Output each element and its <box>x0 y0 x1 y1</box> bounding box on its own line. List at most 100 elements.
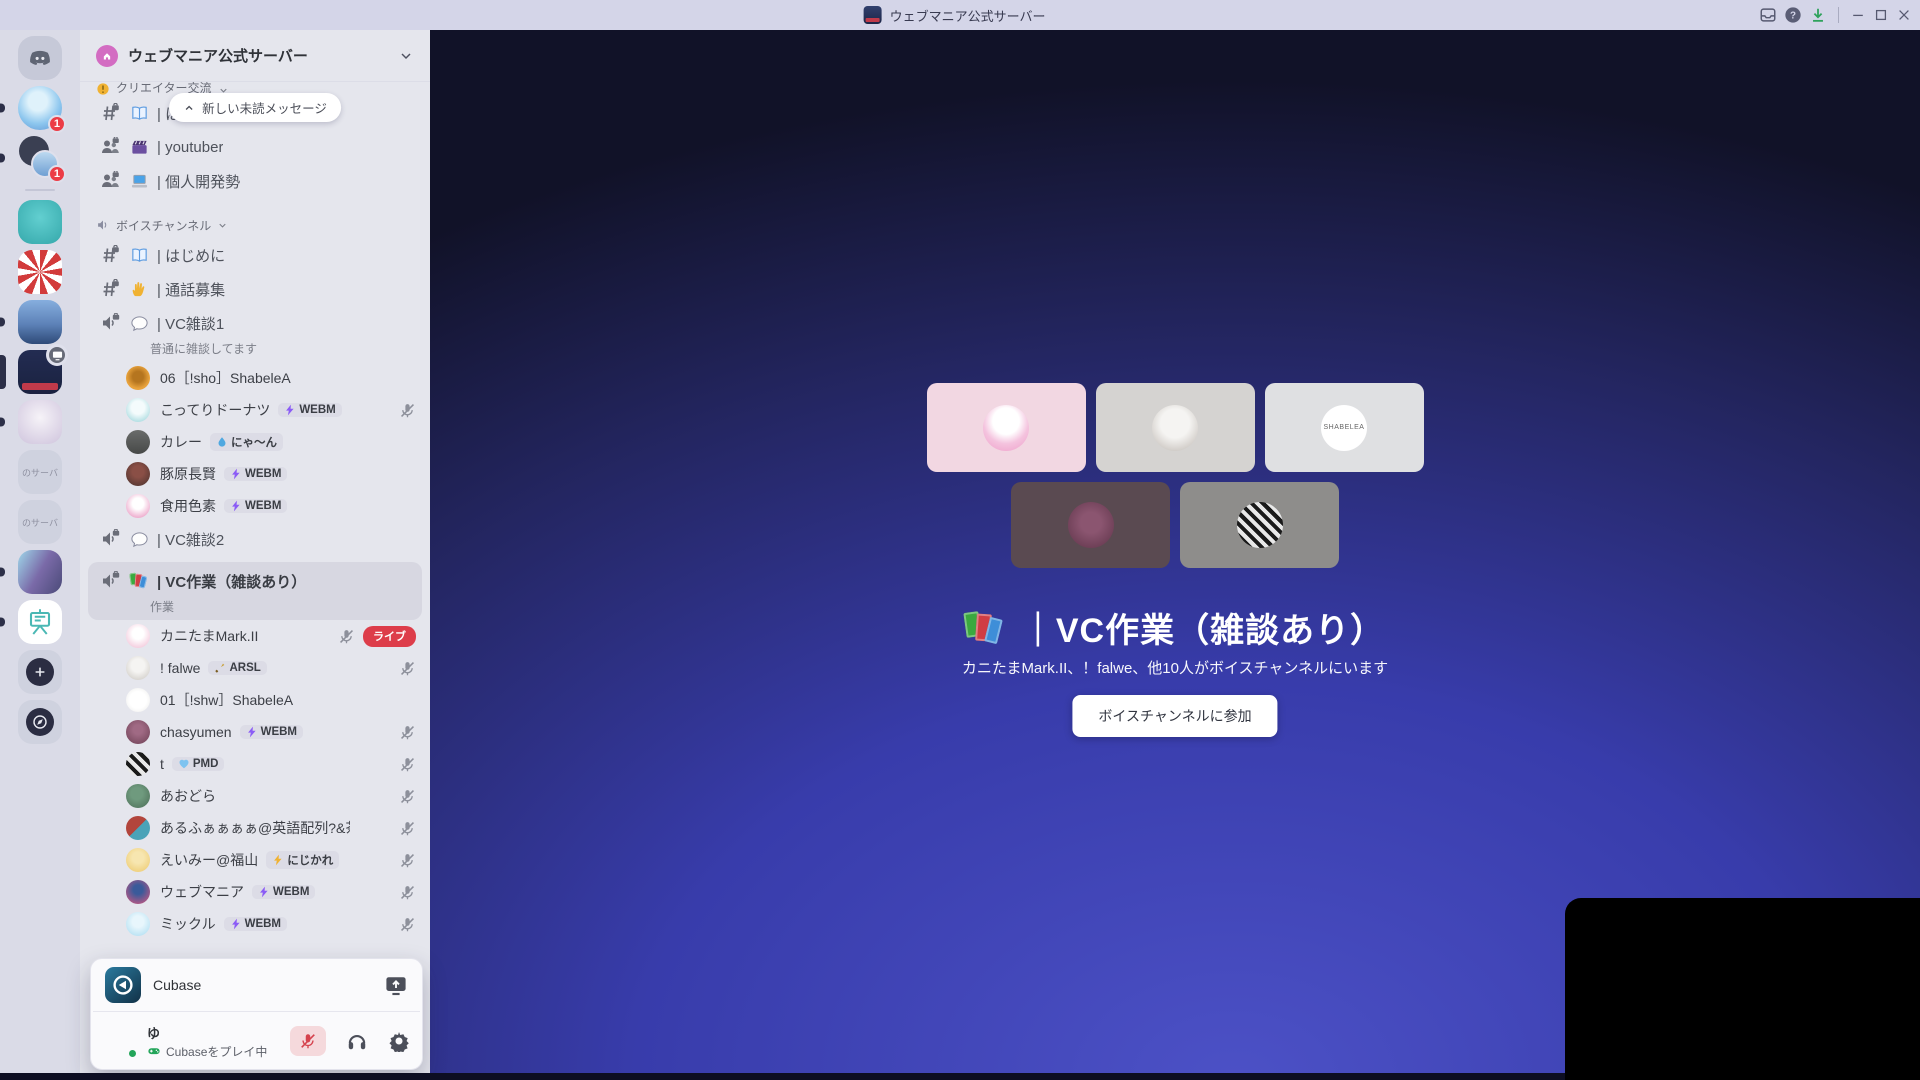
explore-servers-button[interactable] <box>18 700 62 744</box>
channel-description: 普通に雑談してます <box>150 342 258 356</box>
voice-member-row[interactable]: ウェブマニア WEBM <box>80 876 430 908</box>
activity-row: Cubase <box>91 959 422 1011</box>
channel-row[interactable]: | 通話募集 <box>80 272 430 306</box>
books-emoji-icon <box>129 572 149 590</box>
category-row[interactable]: ボイスチャンネル <box>80 198 430 238</box>
server-anime-art[interactable] <box>0 550 62 594</box>
user-avatar[interactable] <box>103 1024 139 1060</box>
role-badge: ARSL <box>208 661 267 675</box>
voice-member-row[interactable]: ! falwe ARSL <box>80 652 430 684</box>
discord-icon <box>27 45 53 71</box>
voice-member-row[interactable]: ミックル WEBM <box>80 908 430 940</box>
drop-blue-icon <box>216 436 228 448</box>
member-name: ! falwe <box>160 660 201 676</box>
close-icon[interactable] <box>1896 7 1912 23</box>
mic-muted-icon <box>399 820 416 837</box>
voice-member-row[interactable]: 01［!shw］ShabeleA <box>80 684 430 716</box>
screen-share-icon[interactable] <box>384 973 408 997</box>
help-icon[interactable]: ? <box>1784 6 1802 24</box>
tile-shabelea[interactable]: SHABELEA <box>1264 383 1424 472</box>
voice-member-row[interactable]: chasyumen WEBM <box>80 716 430 748</box>
dm-avatar-1[interactable]: 1 <box>0 86 66 133</box>
mic-muted-button[interactable] <box>290 1026 326 1056</box>
hash-lock-icon <box>100 103 120 123</box>
channel-row[interactable]: | youtuber <box>80 130 430 164</box>
voice-member-row[interactable]: えいみー@福山 にじかれ <box>80 844 430 876</box>
people-lock-icon <box>100 137 120 157</box>
voice-member-row[interactable]: t PMD <box>80 748 430 780</box>
settings-gear-button[interactable] <box>388 1030 410 1052</box>
window-title: ウェブマニア公式サーバー <box>889 8 1046 24</box>
server-webmania-pixel[interactable] <box>0 344 68 394</box>
update-icon[interactable] <box>1809 6 1827 24</box>
book-icon <box>130 246 149 265</box>
role-badge: WEBM <box>224 467 288 481</box>
tile-chasyumen[interactable] <box>1011 482 1170 568</box>
new-unread-messages-pill[interactable]: 新しい未読メッセージ <box>169 93 341 122</box>
server-anime-girl[interactable] <box>0 400 62 444</box>
app-window: ウェブマニア公式サーバー ? 1 1 のサーバ のサーバ ウェブマニア公式サーバー 新… <box>0 0 1920 1080</box>
voice-member-row[interactable]: 食用色素 WEBM <box>80 490 430 522</box>
join-voice-channel-button[interactable]: ボイスチャンネルに参加 <box>1072 695 1278 737</box>
server-header[interactable]: ウェブマニア公式サーバー <box>80 30 430 82</box>
tray-icon[interactable] <box>1759 6 1777 24</box>
voice-member-row[interactable]: あおどら <box>80 780 430 812</box>
server-name-text-1[interactable]: のサーバ <box>18 450 62 494</box>
bolt-purple-icon <box>246 726 258 738</box>
voice-member-row[interactable]: こってりドーナツ WEBM <box>80 394 430 426</box>
tile-t[interactable] <box>1180 482 1339 568</box>
tile-kanitama[interactable] <box>926 383 1086 472</box>
selected-server-pill <box>0 355 6 389</box>
member-name: 06［!sho］ShabeleA <box>160 370 291 386</box>
voice-member-row[interactable]: 06［!sho］ShabeleA <box>80 362 430 394</box>
member-avatar <box>126 366 150 390</box>
bolt-purple-icon <box>258 886 270 898</box>
minimize-icon[interactable] <box>1850 7 1866 23</box>
headphones-button[interactable] <box>346 1030 368 1052</box>
mic-muted-icon <box>399 756 416 773</box>
discord-home-button[interactable] <box>18 36 62 80</box>
voice-participant-tiles: SHABELEA <box>430 383 1920 568</box>
bolt-purple-icon <box>230 918 242 930</box>
member-name: 01［!shw］ShabeleA <box>160 692 294 708</box>
bubble-icon <box>130 314 149 333</box>
compass-icon <box>32 714 48 730</box>
role-badge: WEBM <box>223 917 288 931</box>
titlebar: ウェブマニア公式サーバー ? <box>0 0 1920 30</box>
voice-member-row[interactable]: 豚原長賢 WEBM <box>80 458 430 490</box>
voice-channel-row[interactable]: | VC作業（雑談あり） 作業 <box>88 562 422 620</box>
voice-member-row[interactable]: カレー にゃ～ん <box>80 426 430 458</box>
chevron-up-icon <box>183 102 195 114</box>
clapper-icon <box>130 138 149 157</box>
member-name: こってりドーナツ <box>160 402 271 418</box>
unread-dot <box>0 567 5 577</box>
server-teal-face[interactable] <box>18 200 62 244</box>
server-red-art[interactable] <box>18 250 62 294</box>
server-photo-suit[interactable] <box>0 300 62 344</box>
voice-member-row[interactable]: カニたまMark.II ライブ <box>80 620 430 652</box>
voice-member-row[interactable]: あるふぁぁぁぁ@英語配列?&茶軸… <box>80 812 430 844</box>
member-avatar <box>126 752 150 776</box>
add-server-button[interactable] <box>18 650 62 694</box>
channel-row[interactable]: | はじめに <box>80 238 430 272</box>
bolt-purple-icon <box>230 468 242 480</box>
server-name-text-2[interactable]: のサーバ <box>18 500 62 544</box>
role-badge: WEBM <box>239 725 304 739</box>
channel-label: | youtuber <box>157 138 224 156</box>
member-avatar <box>126 720 150 744</box>
member-avatar <box>126 656 150 680</box>
dm-avatar-2[interactable]: 1 <box>0 136 66 183</box>
channel-sidebar: ウェブマニア公式サーバー 新しい未読メッセージ クリエイター交流| はじめに| … <box>80 30 430 1080</box>
screen-share-preview[interactable] <box>1565 898 1920 1080</box>
server-easel[interactable] <box>0 600 62 644</box>
monitor-icon <box>51 349 64 362</box>
channel-row[interactable]: | 個人開発勢 <box>80 164 430 198</box>
maximize-icon[interactable] <box>1873 7 1889 23</box>
voice-channel-row[interactable]: | VC雑談2 <box>80 522 430 556</box>
voice-channel-row[interactable]: | VC雑談1 普通に雑談してます <box>80 306 430 362</box>
easel-icon <box>25 607 55 637</box>
tile-falwe[interactable] <box>1095 383 1255 472</box>
titlebar-center: ウェブマニア公式サーバー <box>863 0 1046 30</box>
member-name: 豚原長賢 <box>160 466 216 482</box>
svg-text:?: ? <box>1790 11 1796 22</box>
